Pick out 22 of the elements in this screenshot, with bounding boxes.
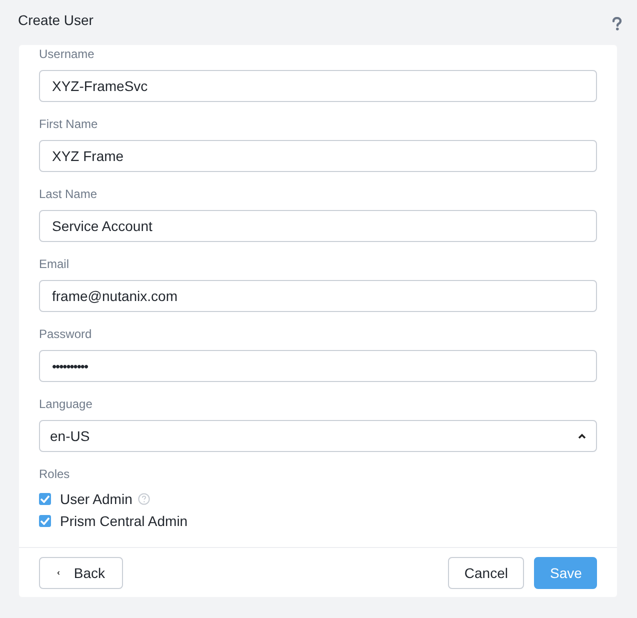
caret-icon (578, 433, 586, 439)
checkbox-label: User Admin (60, 491, 132, 507)
field-label: Last Name (39, 187, 98, 202)
input-field[interactable]: XYZ Frame (39, 140, 597, 172)
checkbox[interactable] (39, 493, 51, 505)
input-field[interactable]: frame@nutanix.com (39, 280, 597, 312)
field-label: First Name (39, 117, 99, 132)
field-label: Password (39, 327, 93, 342)
field-label: Roles (39, 467, 71, 482)
checkbox[interactable] (39, 515, 51, 527)
help-icon[interactable] (612, 17, 622, 31)
field-label: Language (39, 397, 94, 412)
input-field[interactable]: XYZ-FrameSvc (39, 70, 597, 102)
language-dropdown[interactable]: en-US (39, 420, 597, 452)
cancel-button[interactable]: Cancel (448, 556, 524, 588)
input-field[interactable]: Service Account (39, 210, 597, 242)
checkbox-label: Prism Central Admin (60, 513, 188, 529)
window-title: Create User (18, 12, 94, 28)
field-label: Email (39, 257, 70, 272)
password-field[interactable]: •••••••••• (39, 350, 597, 382)
field-label: Username (39, 47, 96, 62)
back-button[interactable]: Back (39, 556, 123, 588)
